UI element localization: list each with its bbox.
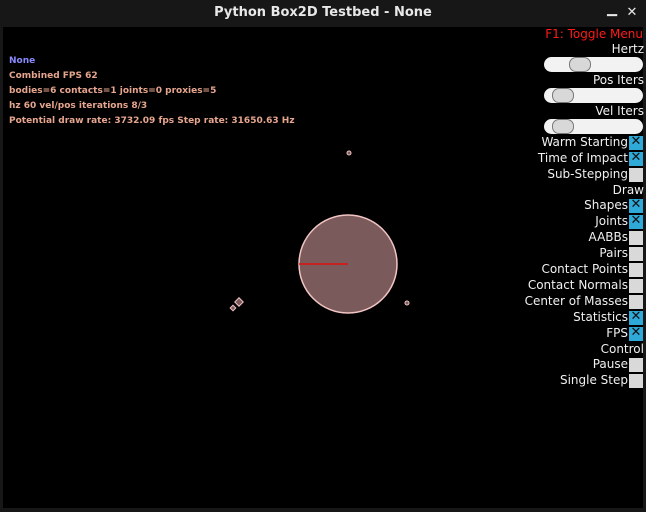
center-of-masses-checkbox[interactable] [629, 295, 643, 309]
control-header: Control [600, 342, 644, 356]
hertz-slider-knob[interactable] [569, 57, 591, 72]
small-box-body [229, 304, 237, 312]
single-step-label: Single Step [559, 373, 628, 387]
aabbs-label: AABBs [588, 230, 628, 244]
toggle-menu-text: F1: Toggle Menu [545, 27, 643, 41]
rates-text: Potential draw rate: 3732.09 fps Step ra… [9, 116, 295, 126]
test-name-text: None [9, 56, 36, 66]
center-of-masses-label: Center of Masses [524, 294, 628, 308]
time-of-impact-checkbox[interactable] [629, 150, 643, 166]
pause-label: Pause [592, 357, 628, 371]
fps-text: Combined FPS 62 [9, 71, 98, 81]
draw-header: Draw [612, 183, 644, 197]
iterations-text: hz 60 vel/pos iterations 8/3 [9, 101, 148, 111]
sub-stepping-label: Sub-Stepping [547, 167, 628, 181]
pairs-checkbox[interactable] [629, 247, 643, 261]
hertz-slider[interactable] [544, 57, 643, 72]
contact-points-label: Contact Points [541, 262, 628, 276]
single-step-checkbox[interactable] [629, 374, 643, 388]
pause-checkbox[interactable] [629, 358, 643, 372]
vel-iters-slider[interactable] [544, 119, 643, 134]
small-box-body [234, 297, 244, 307]
pairs-label: Pairs [599, 246, 628, 260]
contact-normals-label: Contact Normals [527, 278, 628, 292]
joints-checkbox[interactable] [629, 213, 643, 229]
sub-stepping-checkbox[interactable] [629, 168, 643, 182]
small-particle-body [404, 300, 410, 306]
pos-iters-label: Pos Iters [592, 73, 644, 87]
pos-iters-slider[interactable] [544, 88, 643, 103]
contact-normals-checkbox[interactable] [629, 279, 643, 293]
statistics-checkbox[interactable] [629, 309, 643, 325]
shapes-checkbox[interactable] [629, 197, 643, 213]
counts-text: bodies=6 contacts=1 joints=0 proxies=5 [9, 86, 217, 96]
fps-checkbox[interactable] [629, 325, 643, 341]
vel-iters-label: Vel Iters [595, 104, 644, 118]
statistics-label: Statistics [573, 310, 628, 324]
small-particle-body [346, 150, 352, 156]
hertz-label: Hertz [611, 42, 644, 56]
joints-label: Joints [595, 214, 628, 228]
warm-starting-checkbox[interactable] [629, 134, 643, 150]
contact-points-checkbox[interactable] [629, 263, 643, 277]
pos-iters-slider-knob[interactable] [552, 88, 574, 103]
fps-label: FPS [606, 326, 628, 340]
aabbs-checkbox[interactable] [629, 231, 643, 245]
time-of-impact-label: Time of Impact [537, 151, 628, 165]
vel-iters-slider-knob[interactable] [552, 119, 574, 134]
warm-starting-label: Warm Starting [541, 135, 628, 149]
shapes-label: Shapes [584, 198, 628, 212]
